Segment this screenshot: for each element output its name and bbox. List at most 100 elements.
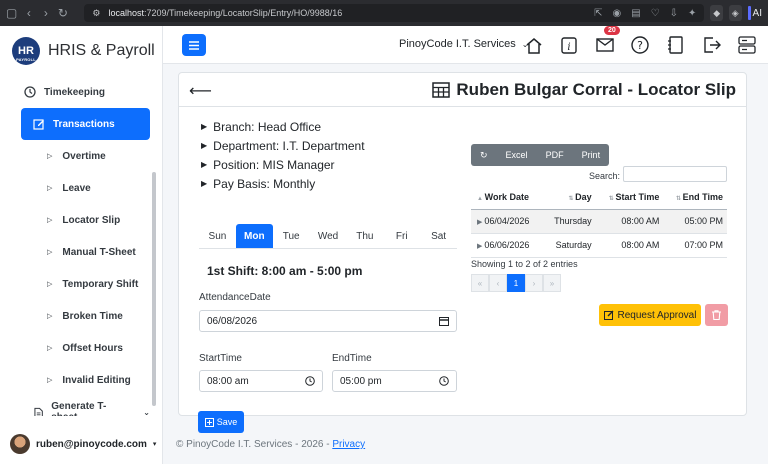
mail-icon[interactable] [595,35,615,55]
address-bar[interactable]: ⚙ localhost:7209/Timekeeping/LocatorSlip… [84,4,705,22]
user-email: ruben@pinoycode.com [36,438,147,450]
sidebar-scrollbar[interactable] [152,172,156,406]
info-department[interactable]: ▶ Department: I.T. Department [201,136,365,155]
header-label: Work Date [484,191,529,202]
column-header-day[interactable]: ⇅ Day [543,185,596,210]
notebook-icon[interactable] [665,35,685,55]
table-icon [432,82,451,98]
caret-right-icon: ▷ [47,345,53,352]
sidebar-item-invalid-editing[interactable]: ▷ Invalid Editing [0,364,150,396]
tab-sun[interactable]: Sun [199,224,236,248]
column-header-work-date[interactable]: ▲ Work Date [471,185,544,210]
next-page-button[interactable]: › [525,274,543,292]
sidebar-item-offset-hours[interactable]: ▷ Offset Hours [0,332,150,364]
sort-icon: ⇅ [675,195,683,202]
cell-text: 06/06/2026 [484,240,530,250]
wallet-icon[interactable]: ◆ [710,5,723,21]
company-name: PinoyCode I.T. Services [399,38,516,50]
info-pay-basis[interactable]: ▶ Pay Basis: Monthly [201,174,365,193]
tab-mon[interactable]: Mon [235,224,273,248]
excel-button[interactable]: Excel [497,150,537,160]
site-info-icon[interactable]: ⚙ [92,8,100,19]
prev-page-button[interactable]: ‹ [489,274,507,292]
trash-icon [712,310,721,320]
end-time-field[interactable]: 05:00 pm [332,370,457,392]
brand[interactable]: HR PAYROLL HRIS & Payroll [0,26,162,76]
start-time-label: StartTime [199,353,242,364]
sidebar-item-manual-tsheet[interactable]: ▷ Manual T-Sheet [0,236,150,268]
page-1-button[interactable]: 1 [507,274,525,292]
bookmark-icon[interactable]: ♡ [651,8,660,19]
mail-badge: 20 [604,26,620,35]
column-header-start-time[interactable]: ⇅ Start Time [595,185,664,210]
back-arrow-icon[interactable]: ⟵ [189,81,212,101]
sidebar-item-leave[interactable]: ▷ Leave [0,172,150,204]
camera-icon[interactable]: ◉ [612,8,621,19]
clock-icon[interactable] [439,376,449,386]
column-header-end-time[interactable]: ⇅ End Time [663,185,727,210]
day-tabs: Sun Mon Tue Wed Thu Fri Sat [199,224,457,249]
sidebar-item-transactions[interactable]: Transactions [21,108,150,140]
company-selector[interactable]: PinoyCode I.T. Services ⌄ [399,38,528,50]
attendance-date-field[interactable]: 06/08/2026 [199,310,457,332]
tab-wed[interactable]: Wed [310,224,347,248]
tab-fri[interactable]: Fri [383,224,420,248]
first-page-button[interactable]: « [471,274,489,292]
home-icon[interactable] [524,35,544,55]
svg-text:i: i [567,42,570,53]
logout-icon[interactable] [702,35,722,55]
calendar-icon[interactable] [439,316,449,326]
table-cell: 08:00 AM [595,233,664,258]
last-page-button[interactable]: » [543,274,561,292]
caret-right-icon: ▷ [47,313,53,320]
extensions-icon[interactable]: ✦ [688,8,696,19]
edit-icon [603,310,614,320]
table-row[interactable]: ▶ 06/06/2026 Saturday 08:00 AM 07:00 PM [471,233,727,258]
print-button[interactable]: Print [573,150,610,160]
tab-sat[interactable]: Sat [420,224,457,248]
card-header: ⟵ Ruben Bulgar Corral - Locator Slip [179,73,746,107]
search-input[interactable] [623,166,727,182]
sidebar-item-overtime[interactable]: ▷ Overtime [0,140,150,172]
shift-text: 1st Shift: 8:00 am - 5:00 pm [207,264,363,278]
help-icon[interactable]: ? [630,35,650,55]
sidebar-toggle-icon[interactable]: ▢ [6,6,17,20]
info-branch[interactable]: ▶ Branch: Head Office [201,117,365,136]
sidebar-item-timekeeping[interactable]: Timekeeping [0,76,150,108]
profile-icon[interactable]: ◈ [728,5,742,21]
reader-icon[interactable]: ▤ [631,8,640,19]
share-icon[interactable]: ⇱ [594,8,602,19]
employee-info: ▶ Branch: Head Office ▶ Department: I.T. D… [201,117,365,193]
save-button[interactable]: Save [198,411,244,433]
menu-toggle-button[interactable] [182,34,206,56]
entries-info: Showing 1 to 2 of 2 entries [471,259,578,269]
tab-tue[interactable]: Tue [273,224,310,248]
forward-nav-icon[interactable]: › [40,6,51,20]
ai-button[interactable]: AI [747,6,762,20]
info-text: Branch: Head Office [213,119,321,134]
info-position[interactable]: ▶ Position: MIS Manager [201,155,365,174]
server-icon[interactable] [737,35,757,55]
footer: © PinoyCode I.T. Services - 2026 - Priva… [176,439,365,450]
export-button-group: ↻ Excel PDF Print [471,144,610,166]
request-approval-button[interactable]: Request Approval [599,304,701,326]
refresh-icon[interactable]: ↻ [471,150,497,161]
user-menu[interactable]: ruben@pinoycode.com ▾ [10,434,156,454]
sidebar-item-locator-slip[interactable]: ▷ Locator Slip [0,204,150,236]
table-cell: 08:00 AM [595,209,664,234]
sidebar-item-temporary-shift[interactable]: ▷ Temporary Shift [0,268,150,300]
sidebar-item-broken-time[interactable]: ▷ Broken Time [0,300,150,332]
tab-thu[interactable]: Thu [346,224,383,248]
back-nav-icon[interactable]: ‹ [23,6,34,20]
start-time-field[interactable]: 08:00 am [199,370,323,392]
pdf-button[interactable]: PDF [537,150,573,160]
save-label: Save [216,417,238,427]
sidebar-item-generate-tsheet[interactable]: Generate T-sheet ⌄ [0,396,150,416]
info-icon[interactable]: i [559,35,579,55]
clock-icon[interactable] [305,376,315,386]
table-row[interactable]: ▶ 06/04/2026 Thursday 08:00 AM 05:00 PM [471,209,727,234]
privacy-link[interactable]: Privacy [332,439,365,450]
reload-icon[interactable]: ↻ [57,6,68,20]
delete-button[interactable] [705,304,728,326]
download-icon[interactable]: ⇩ [670,8,678,19]
